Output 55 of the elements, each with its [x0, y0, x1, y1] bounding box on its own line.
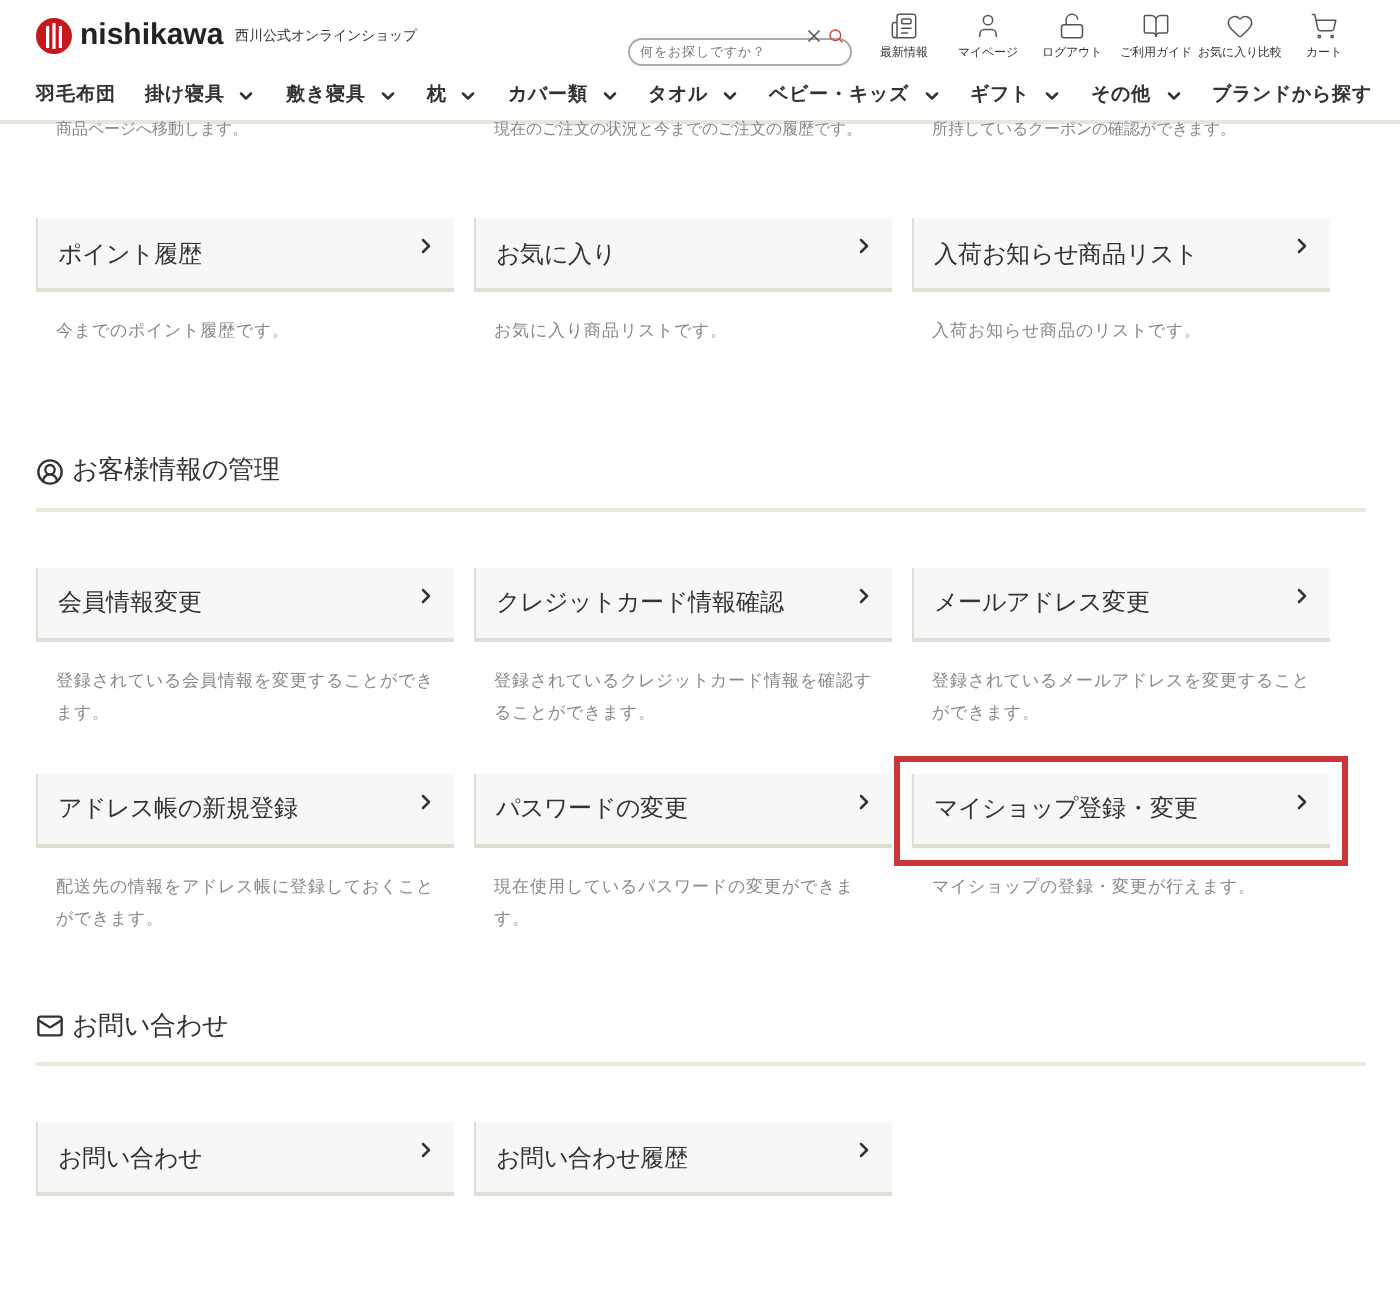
menu-card[interactable]: クレジットカード情報確認	[474, 567, 892, 641]
search-icon[interactable]	[828, 28, 844, 44]
nav-item[interactable]: ベビー・キッズ	[769, 81, 942, 111]
chevron-down-icon	[720, 86, 741, 106]
card-description: 所持しているクーポンの確認ができます。	[930, 118, 1238, 142]
section-title: お問い合わせ	[72, 1009, 228, 1045]
chevron-down-icon	[377, 86, 398, 106]
chevron-down-icon	[1163, 86, 1183, 106]
nav-item[interactable]: 敷き寝具	[285, 81, 398, 111]
nav-item[interactable]: その他	[1091, 81, 1183, 111]
menu-card[interactable]: メールアドレス変更	[912, 567, 1330, 641]
user-circle-icon	[36, 457, 64, 486]
newspaper-icon	[890, 11, 918, 39]
menu-card[interactable]: 入荷お知らせ商品リスト	[912, 218, 1330, 292]
card-description: 現在のご注文の状況と今までのご注文の履歴です。	[492, 118, 864, 142]
card-description: 配送先の情報をアドレス帳に登録しておくことができます。	[54, 875, 436, 933]
menu-card[interactable]: マイショップ登録・変更	[912, 773, 1330, 847]
chevron-down-icon	[458, 86, 479, 106]
section-title: お客様情報の管理	[72, 454, 280, 490]
chevron-down-icon	[1042, 86, 1063, 106]
chevron-down-icon	[236, 86, 257, 106]
chevron-down-icon	[599, 86, 620, 106]
card-description: 登録されている会員情報を変更することができます。	[54, 669, 436, 727]
card-description: 現在使用しているパスワードの変更ができます。	[492, 875, 856, 933]
card-description: 入荷お知らせ商品のリストです。	[930, 320, 1204, 346]
menu-card[interactable]: アドレス帳の新規登録	[36, 773, 454, 847]
logo-icon	[36, 18, 72, 54]
cart-icon	[1310, 11, 1338, 39]
nav-item[interactable]: 掛け寝具	[144, 81, 257, 111]
nav-item[interactable]: タオル	[648, 81, 741, 111]
clear-icon[interactable]	[804, 26, 824, 46]
card-description: 今までのポイント履歴です。	[54, 320, 292, 346]
menu-card[interactable]: ポイント履歴	[36, 218, 454, 292]
nav-item[interactable]: ギフト	[970, 81, 1063, 111]
envelope-icon	[36, 1012, 64, 1041]
menu-card[interactable]: お問い合わせ	[36, 1122, 454, 1196]
card-description: 登録されているクレジットカード情報を確認することができます。	[492, 669, 874, 727]
nav-item[interactable]: 枕	[426, 81, 479, 111]
user-icon	[974, 11, 1002, 39]
book-icon	[1142, 11, 1170, 39]
menu-card[interactable]: パスワードの変更	[474, 773, 892, 847]
chevron-down-icon	[921, 86, 942, 106]
card-description: 登録されているメールアドレスを変更することができます。	[930, 669, 1312, 727]
nav-item[interactable]: カバー類	[507, 81, 620, 111]
card-description: マイショップの登録・変更が行えます。	[930, 875, 1258, 901]
nav-item[interactable]: 羽毛布団	[36, 81, 116, 111]
nav-item[interactable]: ブランドから探す	[1211, 81, 1372, 111]
menu-card[interactable]: お問い合わせ履歴	[474, 1122, 892, 1196]
heart-icon	[1226, 11, 1254, 39]
menu-card[interactable]: お気に入り	[474, 218, 892, 292]
card-description: 商品ページへ移動します。	[54, 118, 250, 142]
menu-card[interactable]: 会員情報変更	[36, 567, 454, 641]
padlock-icon	[1058, 11, 1086, 39]
logo-text: nishikawa	[80, 15, 224, 56]
card-description: お気に入り商品リストです。	[492, 320, 730, 346]
